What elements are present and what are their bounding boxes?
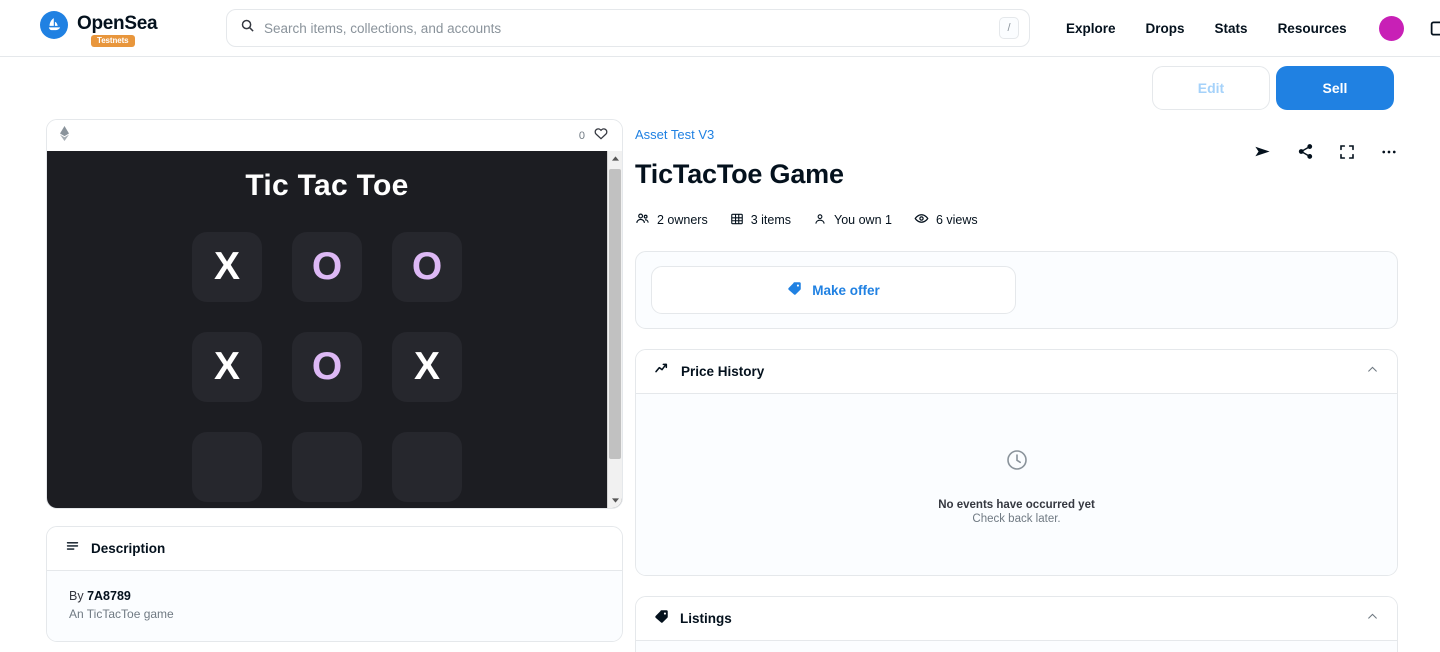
search-bar[interactable]: / xyxy=(226,9,1030,47)
board-cell-8[interactable] xyxy=(392,432,462,502)
scrollbar-thumb[interactable] xyxy=(608,169,621,459)
right-column: Asset Test V3 TicTacToe Game 2 owners 3 … xyxy=(635,119,1398,652)
description-panel: Description By 7A8789 An TicTacToe game xyxy=(46,526,623,642)
asset-action-bar: Edit Sell xyxy=(0,57,1440,119)
stat-owners[interactable]: 2 owners xyxy=(635,211,708,229)
nav-link-stats[interactable]: Stats xyxy=(1215,21,1248,36)
nft-media-frame: Tic Tac Toe X O O X O X xyxy=(47,151,622,508)
fullscreen-icon[interactable] xyxy=(1339,144,1355,160)
chevron-up-icon[interactable] xyxy=(1366,610,1379,628)
ethereum-icon xyxy=(60,125,69,146)
price-history-title: Price History xyxy=(681,364,765,379)
brand-name: OpenSea xyxy=(77,12,158,34)
stat-items-label: 3 items xyxy=(750,213,792,227)
price-history-body: No events have occurred yet Check back l… xyxy=(636,394,1397,575)
collection-breadcrumb-link[interactable]: Asset Test V3 xyxy=(635,127,714,142)
tictactoe-game: Tic Tac Toe X O O X O X xyxy=(47,151,607,508)
nav-link-explore[interactable]: Explore xyxy=(1066,21,1116,36)
nav-icon-group xyxy=(1378,15,1440,41)
nft-media-card: 0 Tic Tac Toe X O O X O X xyxy=(46,119,623,509)
board-cell-5[interactable]: X xyxy=(392,332,462,402)
search-shortcut-key: / xyxy=(999,17,1019,39)
heart-icon[interactable] xyxy=(593,125,609,146)
stat-views-label: 6 views xyxy=(935,213,978,227)
board-cell-6[interactable] xyxy=(192,432,262,502)
price-tag-icon xyxy=(654,609,669,629)
board-cell-0[interactable]: X xyxy=(192,232,262,302)
board-cell-7[interactable] xyxy=(292,432,362,502)
favorite-count: 0 xyxy=(578,129,585,142)
scroll-down-arrow[interactable] xyxy=(608,493,623,508)
listings-title: Listings xyxy=(680,611,732,626)
description-body-text: An TicTacToe game xyxy=(69,607,174,621)
scroll-up-arrow[interactable] xyxy=(608,151,623,166)
game-title: Tic Tac Toe xyxy=(245,169,409,202)
board-cell-4[interactable]: O xyxy=(292,332,362,402)
stat-you-own-label: You own 1 xyxy=(834,213,892,227)
asset-title-actions xyxy=(1253,142,1398,161)
stat-you-own[interactable]: You own 1 xyxy=(813,212,892,229)
price-history-empty-state: No events have occurred yet Check back l… xyxy=(658,412,1375,555)
description-by-name[interactable]: 7A8789 xyxy=(87,589,131,603)
price-tag-icon xyxy=(787,281,802,299)
nav-link-drops[interactable]: Drops xyxy=(1146,21,1185,36)
make-offer-button[interactable]: Make offer xyxy=(651,266,1016,314)
board-cell-3[interactable]: X xyxy=(192,332,262,402)
text-lines-icon xyxy=(65,539,80,559)
description-panel-header[interactable]: Description xyxy=(47,527,622,571)
favorite-group[interactable]: 0 xyxy=(579,125,609,146)
eye-views-icon xyxy=(914,211,929,229)
price-history-header[interactable]: Price History xyxy=(636,350,1397,394)
person-icon xyxy=(813,212,827,229)
description-panel-body: By 7A8789 An TicTacToe game xyxy=(47,571,622,641)
search-icon xyxy=(240,18,255,38)
nft-card-header: 0 xyxy=(47,120,622,151)
scrollbar-track[interactable] xyxy=(608,166,623,493)
listings-header[interactable]: Listings xyxy=(636,597,1397,641)
board-cell-2[interactable]: O xyxy=(392,232,462,302)
offer-panel: Make offer xyxy=(635,251,1398,329)
stat-owners-label: 2 owners xyxy=(657,213,708,227)
main-content: 0 Tic Tac Toe X O O X O X Description By… xyxy=(0,119,1440,652)
price-history-empty-sub: Check back later. xyxy=(972,513,1061,525)
media-scrollbar[interactable] xyxy=(607,151,622,508)
description-by-prefix: By xyxy=(69,589,88,603)
asset-title: TicTacToe Game xyxy=(635,159,844,189)
share-icon[interactable] xyxy=(1297,143,1314,160)
opensea-logo[interactable]: OpenSea Testnets xyxy=(40,10,172,47)
price-history-empty-title: No events have occurred yet xyxy=(938,499,1095,511)
grid-items-icon xyxy=(730,212,744,229)
wallet-icon[interactable] xyxy=(1429,18,1440,39)
chevron-up-icon[interactable] xyxy=(1366,363,1379,381)
left-column: 0 Tic Tac Toe X O O X O X Description By… xyxy=(46,119,623,642)
stat-items[interactable]: 3 items xyxy=(730,212,791,229)
top-navigation-bar: OpenSea Testnets / Explore Drops Stats R… xyxy=(0,0,1440,57)
send-icon[interactable] xyxy=(1253,142,1272,161)
game-board: X O O X O X xyxy=(192,232,462,502)
description-author: By 7A8789 xyxy=(69,589,600,603)
listings-body xyxy=(636,641,1397,652)
opensea-boat-icon xyxy=(40,10,68,39)
asset-stats-row: 2 owners 3 items You own 1 6 views xyxy=(635,211,1398,229)
more-ellipsis-icon[interactable] xyxy=(1380,143,1398,161)
edit-button[interactable]: Edit xyxy=(1152,66,1270,110)
listings-panel: Listings xyxy=(635,596,1398,652)
make-offer-label: Make offer xyxy=(812,282,880,298)
search-input[interactable] xyxy=(264,20,990,36)
sell-button[interactable]: Sell xyxy=(1276,66,1394,110)
price-history-panel: Price History No events have occurred ye… xyxy=(635,349,1398,576)
clock-icon xyxy=(1005,448,1029,477)
owners-icon xyxy=(635,211,650,229)
board-cell-1[interactable]: O xyxy=(292,232,362,302)
trending-up-icon xyxy=(654,361,670,382)
description-panel-title: Description xyxy=(91,541,166,556)
avatar[interactable] xyxy=(1378,15,1404,41)
nav-links: Explore Drops Stats Resources xyxy=(1066,21,1347,36)
stat-views[interactable]: 6 views xyxy=(914,211,978,229)
testnet-badge: Testnets xyxy=(91,34,135,47)
nav-link-resources[interactable]: Resources xyxy=(1278,21,1347,36)
